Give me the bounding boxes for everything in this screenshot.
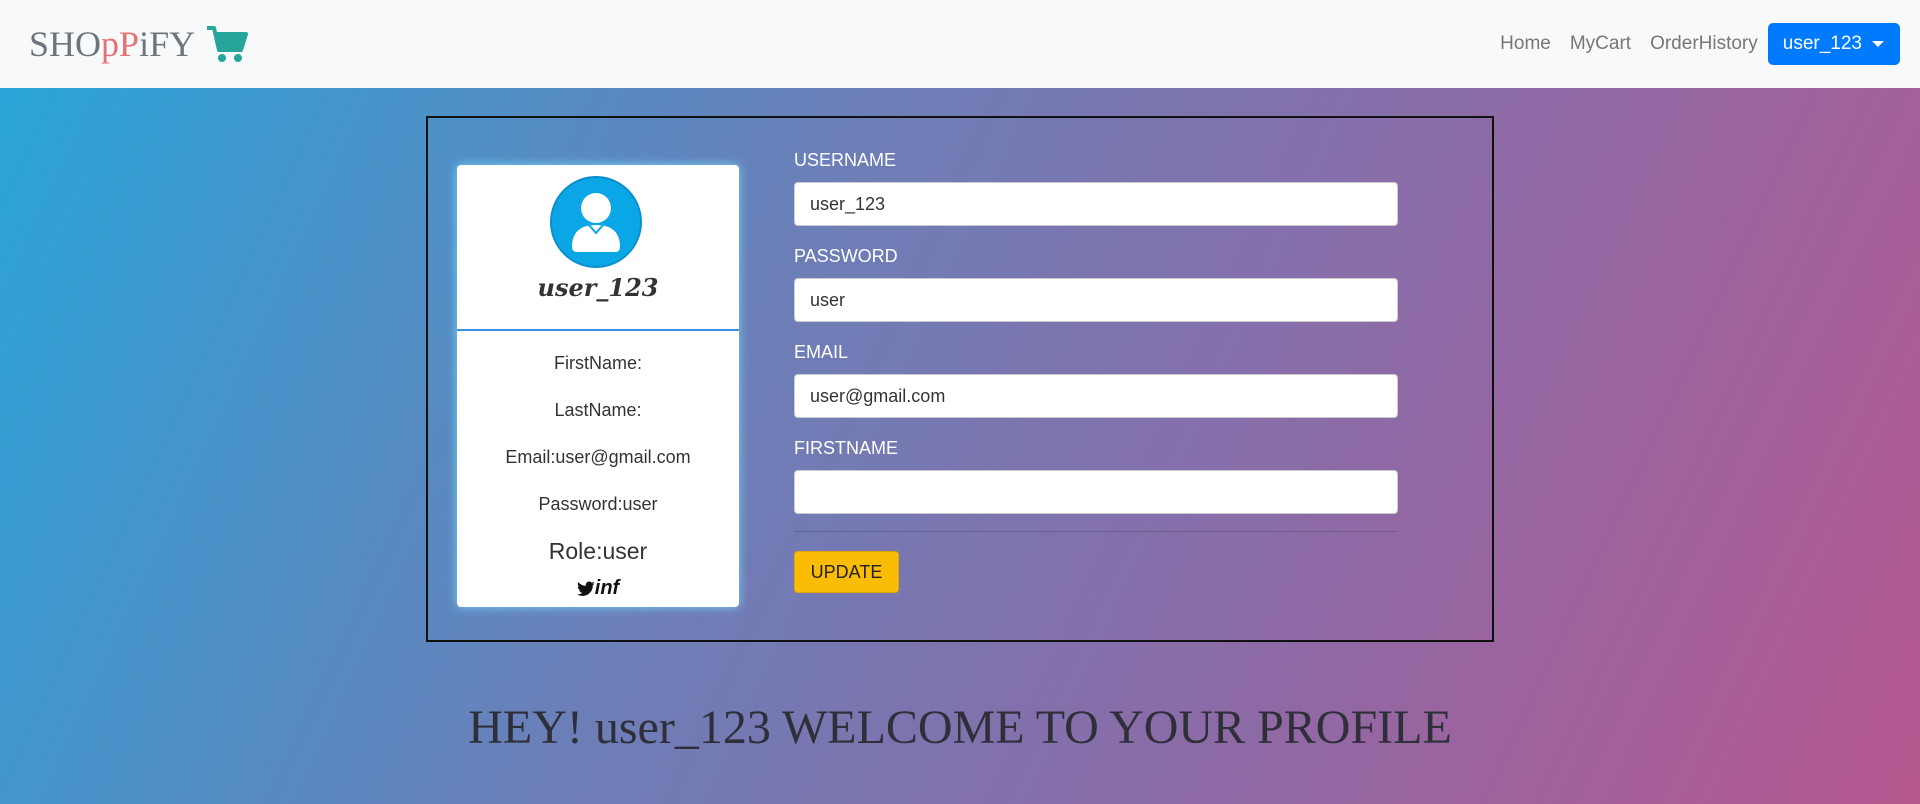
- nav-link-mycart[interactable]: MyCart: [1570, 33, 1631, 55]
- social-text[interactable]: inf: [595, 577, 619, 600]
- brand-text-part1: SHO: [29, 24, 102, 64]
- form-divider: [794, 531, 1398, 532]
- password-label: PASSWORD: [794, 246, 898, 266]
- nav-links: Home MyCart OrderHistory user_123: [1481, 23, 1900, 65]
- profile-role: Role:user: [548, 538, 648, 564]
- shopping-cart-icon: [207, 26, 249, 62]
- user-menu-button[interactable]: user_123: [1767, 23, 1900, 65]
- brand-text-part2: pP: [101, 24, 140, 64]
- password-input[interactable]: [794, 278, 1398, 322]
- email-input[interactable]: [794, 374, 1398, 418]
- nav-link-home[interactable]: Home: [1500, 33, 1551, 55]
- firstname-label: FIRSTNAME: [794, 438, 899, 458]
- welcome-heading: HEY! user_123 WELCOME TO YOUR PROFILE: [468, 701, 1452, 754]
- user-menu-label: user_123: [1782, 33, 1862, 54]
- update-button[interactable]: UPDATE: [794, 551, 899, 593]
- profile-first-name: FirstName:: [553, 353, 642, 373]
- profile-edit-form: USERNAME PASSWORD EMAIL FIRSTNAME UPDATE: [794, 150, 1398, 593]
- profile-username: user_123: [537, 273, 659, 302]
- brand-text-part3: iFY: [139, 24, 196, 64]
- profile-last-name: LastName:: [554, 400, 642, 420]
- brand-logo[interactable]: SHO pP iFY: [29, 23, 249, 65]
- top-navbar: SHO pP iFY Home MyCart OrderHistory user_1…: [0, 0, 1920, 88]
- nav-link-orderhistory[interactable]: OrderHistory: [1650, 33, 1758, 55]
- username-input[interactable]: [794, 182, 1398, 226]
- profile-password: Password:user: [538, 494, 658, 514]
- twitter-icon[interactable]: [576, 581, 595, 597]
- card-divider: [457, 329, 739, 331]
- profile-card: user_123 FirstName: LastName: Email:user…: [457, 165, 739, 607]
- chevron-down-icon: [1872, 41, 1884, 47]
- user-avatar-icon: [550, 176, 642, 268]
- firstname-input[interactable]: [794, 470, 1398, 514]
- username-label: USERNAME: [794, 150, 897, 170]
- social-links: inf: [457, 577, 739, 600]
- email-label: EMAIL: [794, 342, 849, 362]
- profile-email: Email:user@gmail.com: [505, 447, 691, 467]
